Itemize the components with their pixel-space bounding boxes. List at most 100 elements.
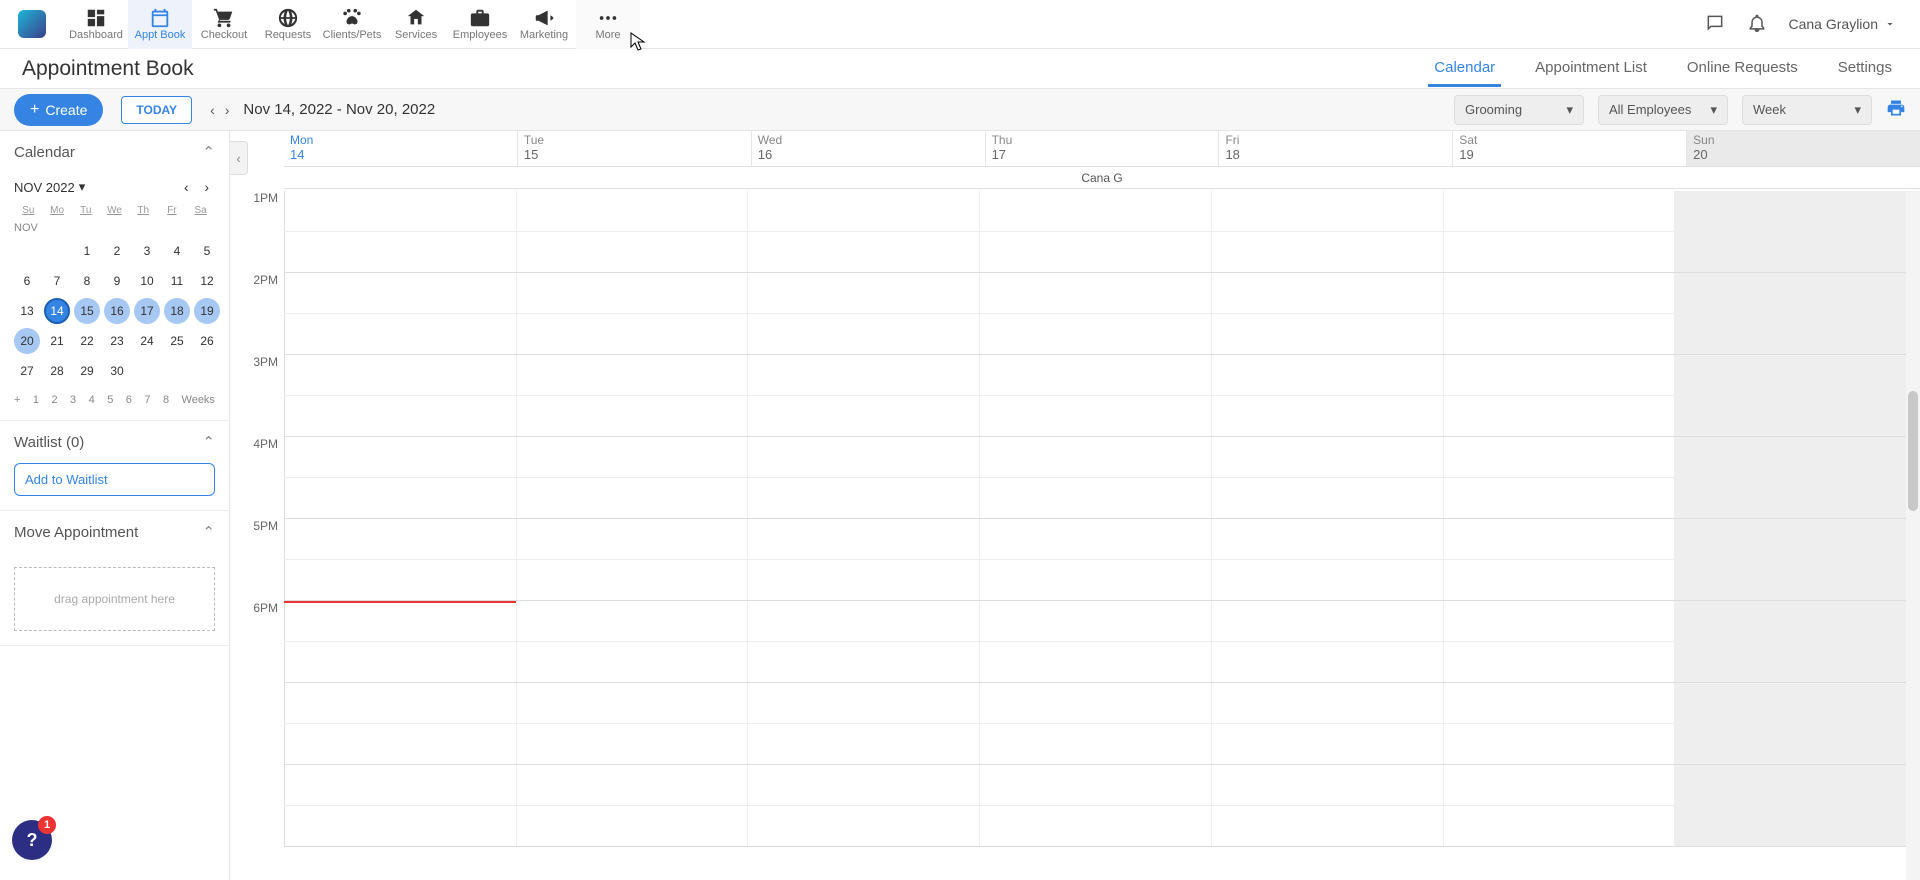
weeks-2[interactable]: 2 xyxy=(51,394,57,406)
mini-cal-day[interactable]: 22 xyxy=(74,328,100,354)
calendar-cell[interactable] xyxy=(284,314,516,354)
calendar-cell[interactable] xyxy=(284,642,516,682)
day-header[interactable]: Thu17 xyxy=(985,131,1219,166)
calendar-cell[interactable] xyxy=(747,683,979,723)
mini-cal-day[interactable]: 5 xyxy=(194,238,220,264)
mini-cal-day[interactable]: 28 xyxy=(44,358,70,384)
day-header[interactable]: Mon14 xyxy=(284,131,517,166)
calendar-cell[interactable] xyxy=(747,437,979,477)
calendar-cell[interactable] xyxy=(1443,765,1675,805)
calendar-cell[interactable] xyxy=(1674,806,1906,846)
calendar-cell[interactable] xyxy=(1674,396,1906,436)
user-menu[interactable]: Cana Graylion xyxy=(1789,16,1897,32)
calendar-cell[interactable] xyxy=(284,273,516,313)
employee-filter-select[interactable]: All Employees ▾ xyxy=(1598,95,1728,125)
calendar-cell[interactable] xyxy=(1443,560,1675,600)
mini-cal-day[interactable]: 21 xyxy=(44,328,70,354)
day-header[interactable]: Tue15 xyxy=(517,131,751,166)
calendar-cell[interactable] xyxy=(284,232,516,272)
mini-cal-day[interactable]: 25 xyxy=(164,328,190,354)
move-drop-zone[interactable]: drag appointment here xyxy=(14,567,215,631)
calendar-cell[interactable] xyxy=(979,396,1211,436)
calendar-cell[interactable] xyxy=(1674,683,1906,723)
scrollbar-thumb[interactable] xyxy=(1908,391,1918,511)
calendar-cell[interactable] xyxy=(516,560,748,600)
calendar-cell[interactable] xyxy=(516,437,748,477)
calendar-cell[interactable] xyxy=(284,601,516,641)
calendar-cell[interactable] xyxy=(1443,683,1675,723)
mini-cal-day[interactable]: 15 xyxy=(74,298,100,324)
calendar-cell[interactable] xyxy=(747,806,979,846)
calendar-cell[interactable] xyxy=(747,273,979,313)
sidebar-collapse-button[interactable]: ‹ xyxy=(230,141,248,175)
weeks-5[interactable]: 5 xyxy=(107,394,113,406)
next-week-button[interactable]: › xyxy=(225,102,230,118)
calendar-cell[interactable] xyxy=(1443,273,1675,313)
mini-cal-day[interactable]: 2 xyxy=(104,238,130,264)
calendar-cell[interactable] xyxy=(747,642,979,682)
calendar-cell[interactable] xyxy=(747,355,979,395)
mini-cal-day[interactable]: 24 xyxy=(134,328,160,354)
calendar-cell[interactable] xyxy=(516,478,748,518)
calendar-cell[interactable] xyxy=(979,765,1211,805)
calendar-cell[interactable] xyxy=(1674,191,1906,231)
mini-cal-prev[interactable]: ‹ xyxy=(178,179,195,195)
mini-cal-day[interactable]: 29 xyxy=(74,358,100,384)
calendar-cell[interactable] xyxy=(1443,642,1675,682)
service-filter-select[interactable]: Grooming ▾ xyxy=(1454,95,1584,125)
nav-requests[interactable]: Requests xyxy=(256,0,320,49)
calendar-cell[interactable] xyxy=(516,355,748,395)
weeks-8[interactable]: 8 xyxy=(163,394,169,406)
today-button[interactable]: TODAY xyxy=(121,96,192,124)
mini-cal-day[interactable]: 11 xyxy=(164,268,190,294)
mini-cal-day[interactable]: 10 xyxy=(134,268,160,294)
calendar-cell[interactable] xyxy=(1211,560,1443,600)
calendar-cell[interactable] xyxy=(747,765,979,805)
calendar-cell[interactable] xyxy=(1443,191,1675,231)
tab-appointment-list[interactable]: Appointment List xyxy=(1529,51,1653,87)
tab-settings[interactable]: Settings xyxy=(1832,51,1898,87)
calendar-cell[interactable] xyxy=(1674,478,1906,518)
calendar-cell[interactable] xyxy=(1674,314,1906,354)
mini-cal-day[interactable]: 13 xyxy=(14,298,40,324)
calendar-cell[interactable] xyxy=(516,765,748,805)
calendar-cell[interactable] xyxy=(979,273,1211,313)
calendar-cell[interactable] xyxy=(979,683,1211,723)
calendar-cell[interactable] xyxy=(1211,232,1443,272)
calendar-cell[interactable] xyxy=(1443,355,1675,395)
calendar-cell[interactable] xyxy=(284,396,516,436)
mini-cal-day[interactable]: 9 xyxy=(104,268,130,294)
calendar-cell[interactable] xyxy=(1211,601,1443,641)
nav-marketing[interactable]: Marketing xyxy=(512,0,576,49)
calendar-cell[interactable] xyxy=(979,191,1211,231)
calendar-cell[interactable] xyxy=(1674,642,1906,682)
scrollbar[interactable] xyxy=(1906,191,1920,880)
calendar-cell[interactable] xyxy=(979,642,1211,682)
calendar-cell[interactable] xyxy=(516,806,748,846)
calendar-cell[interactable] xyxy=(979,355,1211,395)
calendar-cell[interactable] xyxy=(1211,355,1443,395)
calendar-cell[interactable] xyxy=(1674,273,1906,313)
add-to-waitlist-button[interactable]: Add to Waitlist xyxy=(14,463,215,496)
day-header[interactable]: Sun20 xyxy=(1686,131,1920,166)
calendar-cell[interactable] xyxy=(1674,724,1906,764)
calendar-cell[interactable] xyxy=(516,273,748,313)
mini-cal-day[interactable]: 16 xyxy=(104,298,130,324)
calendar-cell[interactable] xyxy=(1674,519,1906,559)
mini-cal-day[interactable]: 19 xyxy=(194,298,220,324)
calendar-cell[interactable] xyxy=(1674,765,1906,805)
prev-week-button[interactable]: ‹ xyxy=(210,102,215,118)
calendar-cell[interactable] xyxy=(1443,314,1675,354)
calendar-cell[interactable] xyxy=(979,314,1211,354)
calendar-cell[interactable] xyxy=(1443,478,1675,518)
calendar-cell[interactable] xyxy=(747,396,979,436)
nav-dashboard[interactable]: Dashboard xyxy=(64,0,128,49)
nav-employees[interactable]: Employees xyxy=(448,0,512,49)
calendar-cell[interactable] xyxy=(284,560,516,600)
calendar-cell[interactable] xyxy=(1211,437,1443,477)
calendar-cell[interactable] xyxy=(979,232,1211,272)
move-panel-head[interactable]: Move Appointment ⌃ xyxy=(0,511,229,553)
calendar-cell[interactable] xyxy=(1443,519,1675,559)
calendar-cell[interactable] xyxy=(1211,806,1443,846)
mini-cal-day[interactable]: 23 xyxy=(104,328,130,354)
